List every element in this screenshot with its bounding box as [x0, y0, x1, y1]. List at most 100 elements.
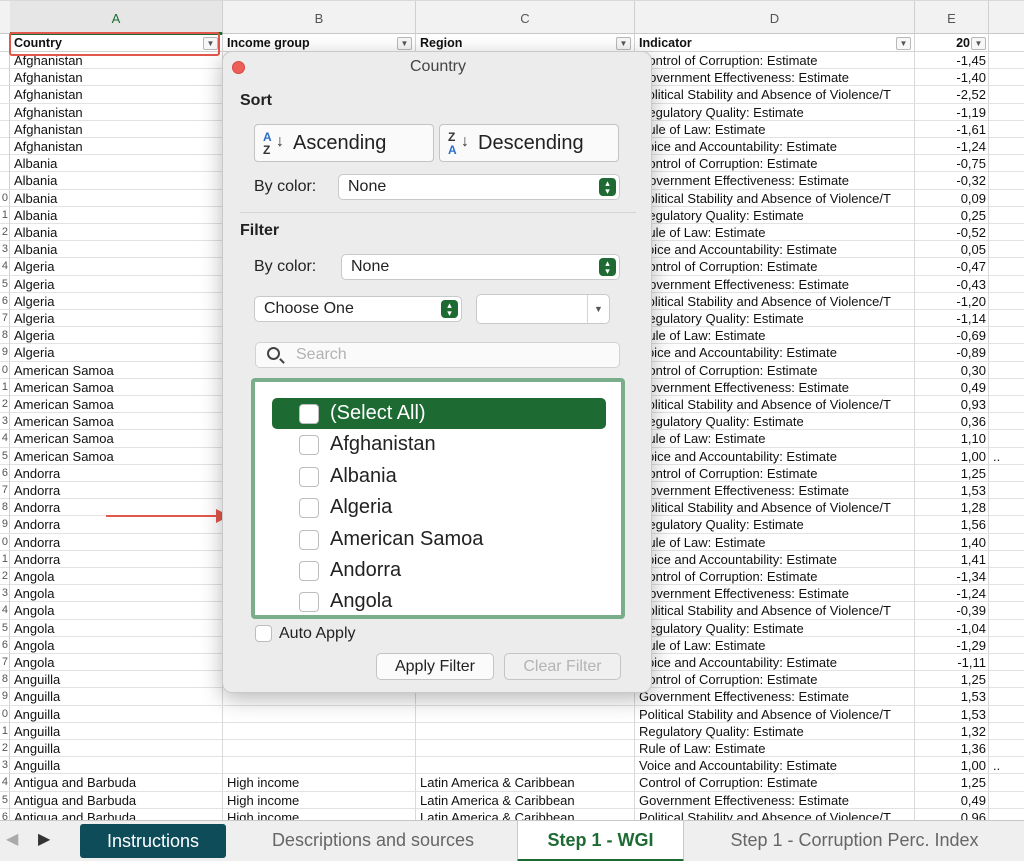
cell-note[interactable] [989, 310, 1024, 327]
cell-country[interactable]: Albania [10, 206, 223, 224]
cell-note[interactable] [989, 499, 1024, 516]
cell-value[interactable]: 1,25 [915, 464, 989, 482]
cell-indicator[interactable]: Government Effectiveness: Estimate [635, 585, 915, 603]
filter-by-color-select[interactable]: None ▴ ▾ [341, 254, 620, 280]
cell-income-group[interactable] [223, 722, 416, 740]
cell-indicator[interactable]: Control of Corruption: Estimate [635, 774, 915, 792]
list-item[interactable]: Afghanistan [272, 429, 606, 460]
sort-ascending-button[interactable]: A Z ↓ Ascending [254, 124, 434, 162]
value-list[interactable]: (Select All) Afghanistan Albania Algeria Ame… [251, 378, 625, 619]
column-header-c[interactable]: C [416, 1, 635, 35]
checkbox-icon[interactable] [299, 498, 319, 519]
cell-note[interactable] [989, 585, 1024, 602]
cell-indicator[interactable]: Voice and Accountability: Estimate [635, 138, 915, 155]
cell-region[interactable] [416, 705, 635, 723]
cell-indicator[interactable]: Control of Corruption: Estimate [635, 258, 915, 276]
cell-region[interactable]: Latin America & Caribbean [416, 808, 635, 820]
checkbox-icon[interactable] [255, 625, 272, 642]
cell-note[interactable] [989, 276, 1024, 293]
cell-value[interactable]: -0,75 [915, 155, 989, 173]
cell-note[interactable] [989, 602, 1024, 619]
cell-country[interactable]: Angola [10, 654, 223, 671]
cell-country[interactable]: Algeria [10, 344, 223, 362]
cell-note[interactable] [989, 534, 1024, 551]
cell-income-group[interactable]: High income [223, 791, 416, 809]
tab-step-1-corruption-perc-index[interactable]: Step 1 - Corruption Perc. Index [697, 821, 1012, 861]
cell-note[interactable]: .. [989, 448, 1024, 465]
cell-indicator[interactable]: Control of Corruption: Estimate [635, 671, 915, 689]
cell-country[interactable]: American Samoa [10, 378, 223, 396]
cell-country[interactable]: Afghanistan [10, 103, 223, 121]
cell-indicator[interactable]: Regulatory Quality: Estimate [635, 103, 915, 121]
cell-note[interactable] [989, 86, 1024, 103]
cell-region[interactable] [416, 757, 635, 775]
cell-indicator[interactable]: Political Stability and Absence of Viole… [635, 292, 915, 310]
cell-note[interactable] [989, 671, 1024, 688]
cell-indicator[interactable]: Voice and Accountability: Estimate [635, 654, 915, 671]
cell-note[interactable] [989, 207, 1024, 224]
tab-descriptions-and-sources[interactable]: Descriptions and sources [240, 821, 506, 861]
filter-dropdown-icon[interactable]: ▼ [616, 37, 631, 50]
cell-indicator[interactable]: Government Effectiveness: Estimate [635, 69, 915, 87]
cell-note[interactable] [989, 482, 1024, 499]
cell-indicator[interactable]: Rule of Law: Estimate [635, 533, 915, 551]
condition-select[interactable]: Choose One ▴ ▾ [254, 296, 462, 322]
cell-country[interactable]: Antigua and Barbuda [10, 808, 223, 820]
column-header-e[interactable]: E [915, 1, 989, 35]
cell-value[interactable]: -1,45 [915, 52, 989, 69]
cell-indicator[interactable]: Voice and Accountability: Estimate [635, 550, 915, 568]
sort-by-color-select[interactable]: None ▴ ▾ [338, 174, 620, 200]
cell-value[interactable]: -1,11 [915, 654, 989, 671]
cell-country[interactable]: Anguilla [10, 740, 223, 757]
cell-value[interactable]: 1,41 [915, 550, 989, 568]
cell-country[interactable]: Angola [10, 636, 223, 654]
cell-country[interactable]: Andorra [10, 550, 223, 568]
cell-note[interactable] [989, 465, 1024, 482]
cell-country[interactable]: Anguilla [10, 705, 223, 723]
cell-note[interactable] [989, 155, 1024, 172]
cell-indicator[interactable]: Voice and Accountability: Estimate [635, 241, 915, 259]
cell-note[interactable] [989, 52, 1024, 69]
checkbox-icon[interactable] [299, 435, 319, 456]
cell-country[interactable]: Angola [10, 602, 223, 620]
cell-value[interactable]: -0,52 [915, 224, 989, 241]
cell-country[interactable]: Albania [10, 155, 223, 173]
cell-country[interactable]: Angola [10, 568, 223, 585]
cell-country[interactable]: Anguilla [10, 722, 223, 740]
cell-country[interactable]: Afghanistan [10, 69, 223, 87]
cell-value[interactable]: 0,05 [915, 241, 989, 259]
condition-value-combobox[interactable]: ▼ [476, 294, 610, 324]
column-header-d[interactable]: D [635, 1, 915, 35]
cell-indicator[interactable]: Control of Corruption: Estimate [635, 361, 915, 379]
filter-dropdown-icon[interactable]: ▼ [397, 37, 412, 50]
cell-value[interactable]: -0,43 [915, 275, 989, 293]
cell-value[interactable]: -1,19 [915, 103, 989, 121]
cell-value[interactable]: 1,53 [915, 688, 989, 706]
cell-value[interactable]: 1,00 [915, 447, 989, 465]
select-all-item[interactable]: (Select All) [272, 398, 606, 429]
cell-indicator[interactable]: Government Effectiveness: Estimate [635, 688, 915, 706]
cell-region[interactable] [416, 722, 635, 740]
cell-value[interactable]: 1,10 [915, 430, 989, 448]
cell-note[interactable] [989, 723, 1024, 740]
cell-country[interactable]: Afghanistan [10, 138, 223, 155]
column-header-b[interactable]: B [223, 1, 416, 35]
cell-value[interactable]: 1,53 [915, 705, 989, 723]
cell-value[interactable]: 1,00 [915, 757, 989, 775]
cell-note[interactable] [989, 224, 1024, 241]
cell-country[interactable]: Algeria [10, 327, 223, 345]
cell-value[interactable]: -0,39 [915, 602, 989, 620]
cell-note[interactable] [989, 809, 1024, 820]
cell-indicator[interactable]: Control of Corruption: Estimate [635, 464, 915, 482]
header-year[interactable]: 20 ▼ [915, 34, 989, 52]
cell-note[interactable] [989, 413, 1024, 430]
cell-country[interactable]: Albania [10, 241, 223, 259]
cell-country[interactable]: Andorra [10, 499, 223, 517]
cell-note[interactable]: .. [989, 757, 1024, 774]
cell-country[interactable]: Anguilla [10, 688, 223, 706]
cell-note[interactable] [989, 293, 1024, 310]
cell-note[interactable] [989, 551, 1024, 568]
cell-indicator[interactable]: Control of Corruption: Estimate [635, 568, 915, 585]
clear-filter-button[interactable]: Clear Filter [504, 653, 621, 680]
cell-indicator[interactable]: Control of Corruption: Estimate [635, 52, 915, 69]
